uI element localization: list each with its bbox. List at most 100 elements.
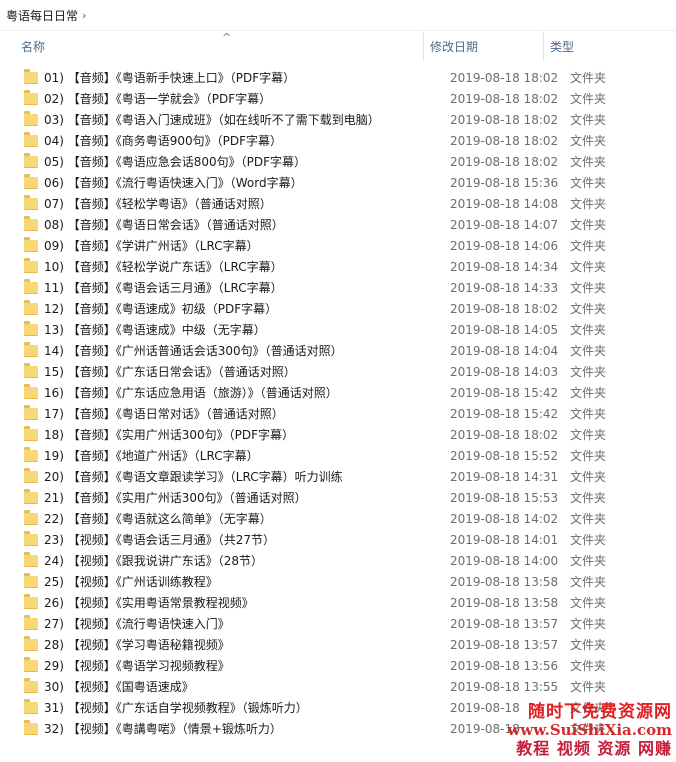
modified-date: 2019-08-18 15:36 [450,175,559,190]
file-name-cell: 23) 【视频】《粤语会话三月通》（共27节） [0,531,444,548]
file-row[interactable]: 03) 【音频】《粤语入门速成班》（如在线听不了需下载到电脑） 2019-08-1… [0,109,676,130]
column-header-type[interactable]: 类型 [543,31,676,61]
file-row[interactable]: 16) 【音频】《广东话应急用语（旅游）》（普通话对照） 2019-08-18 1… [0,382,676,403]
file-name-cell: 32) 【视频】《粤講粤啱》（情景+锻炼听力） [0,720,444,737]
folder-icon [24,174,38,189]
file-row[interactable]: 02) 【音频】《粤语一学就会》（PDF字幕） 2019-08-18 18:02 文… [0,88,676,109]
file-name: 04) 【音频】《商务粤语900句》（PDF字幕） [44,134,283,148]
file-row[interactable]: 18) 【音频】《实用广州话300句》（PDF字幕） 2019-08-18 18:… [0,424,676,445]
file-name: 31) 【视频】《广东话自学视频教程》（锻炼听力） [44,701,308,715]
file-row[interactable]: 19) 【音频】《地道广州话》（LRC字幕） 2019-08-18 15:52 文件… [0,445,676,466]
file-row[interactable]: 17) 【音频】《粤语日常对话》（普通话对照） 2019-08-18 15:42 文… [0,403,676,424]
file-name-cell: 09) 【音频】《学讲广州话》（LRC字幕） [0,237,444,254]
file-row[interactable]: 13) 【音频】《粤语速成》中级（无字幕） 2019-08-18 14:05 文件夹 [0,319,676,340]
column-header-name-label: 名称 [21,39,46,54]
folder-icon [24,111,38,126]
file-row[interactable]: 30) 【视频】《国粤语速成》 2019-08-18 13:55 文件夹 [0,676,676,697]
file-name-cell: 03) 【音频】《粤语入门速成班》（如在线听不了需下载到电脑） [0,111,444,128]
file-type: 文件夹 [570,449,607,463]
file-row[interactable]: 26) 【视频】《实用粤语常景教程视频》 2019-08-18 13:58 文件夹 [0,592,676,613]
modified-date: 2019-08-18 14:33 [450,280,559,295]
folder-icon [24,573,38,588]
file-name: 29) 【视频】《粤语学习视频教程》 [44,659,230,673]
chevron-right-icon[interactable]: › [82,9,86,22]
file-row[interactable]: 27) 【视频】《流行粤语快速入门》 2019-08-18 13:57 文件夹 [0,613,676,634]
folder-icon [24,447,38,462]
folder-icon [24,216,38,231]
file-name: 02) 【音频】《粤语一学就会》（PDF字幕） [44,92,272,106]
file-row[interactable]: 12) 【音频】《粤语速成》初级（PDF字幕） 2019-08-18 18:02 文… [0,298,676,319]
column-header-date[interactable]: 修改日期 [423,31,543,61]
file-row[interactable]: 15) 【音频】《广东话日常会话》（普通话对照） 2019-08-18 14:03… [0,361,676,382]
file-row[interactable]: 29) 【视频】《粤语学习视频教程》 2019-08-18 13:56 文件夹 [0,655,676,676]
file-name-cell: 28) 【视频】《学习粤语秘籍视频》 [0,636,444,653]
file-row[interactable]: 23) 【视频】《粤语会话三月通》（共27节） 2019-08-18 14:01 文… [0,529,676,550]
file-name-cell: 16) 【音频】《广东话应急用语（旅游）》（普通话对照） [0,384,444,401]
folder-icon [24,132,38,147]
breadcrumb: 粤语每日日常 › [0,0,676,31]
file-row[interactable]: 20) 【音频】《粤语文章跟读学习》（LRC字幕）听力训练 2019-08-18 … [0,466,676,487]
file-type: 文件夹 [570,155,607,169]
folder-icon [24,342,38,357]
file-name-cell: 04) 【音频】《商务粤语900句》（PDF字幕） [0,132,444,149]
folder-icon [24,405,38,420]
file-name: 10) 【音频】《轻松学说广东话》（LRC字幕） [44,260,283,274]
file-name: 26) 【视频】《实用粤语常景教程视频》 [44,596,254,610]
modified-date: 2019-08-18 13:57 [450,616,559,631]
file-name: 22) 【音频】《粤语就这么简单》（无字幕） [44,512,272,526]
file-row[interactable]: 25) 【视频】《广州话训练教程》 2019-08-18 13:58 文件夹 [0,571,676,592]
file-name-cell: 14) 【音频】《广州话普通话会话300句》（普通话对照） [0,342,444,359]
file-name: 11) 【音频】《粤语会话三月通》（LRC字幕） [44,281,283,295]
file-row[interactable]: 22) 【音频】《粤语就这么简单》（无字幕） 2019-08-18 14:02 文件… [0,508,676,529]
file-name-cell: 17) 【音频】《粤语日常对话》（普通话对照） [0,405,444,422]
modified-date: 2019-08-18 13:57 [450,637,559,652]
file-name-cell: 25) 【视频】《广州话训练教程》 [0,573,444,590]
file-name: 08) 【音频】《粤语日常会话》（普通话对照） [44,218,284,232]
sort-ascending-icon: ^ [222,31,232,44]
modified-date: 2019-08-18 15:52 [450,448,559,463]
file-name: 07) 【音频】《轻松学粤语》（普通话对照） [44,197,272,211]
file-type: 文件夹 [570,680,607,694]
file-row[interactable]: 06) 【音频】《流行粤语快速入门》（Word字幕） 2019-08-18 15:… [0,172,676,193]
file-type: 文件夹 [570,134,607,148]
file-row[interactable]: 05) 【音频】《粤语应急会话800句》（PDF字幕） 2019-08-18 18… [0,151,676,172]
column-header-type-label: 类型 [550,39,575,54]
file-row[interactable]: 21) 【音频】《实用广州话300句》（普通话对照） 2019-08-18 15:… [0,487,676,508]
folder-icon [24,678,38,693]
file-type: 文件夹 [570,407,607,421]
file-name-cell: 18) 【音频】《实用广州话300句》（PDF字幕） [0,426,444,443]
column-header-name[interactable]: 名称 [0,31,423,61]
file-row[interactable]: 04) 【音频】《商务粤语900句》（PDF字幕） 2019-08-18 18:0… [0,130,676,151]
folder-icon [24,510,38,525]
breadcrumb-item[interactable]: 粤语每日日常 [6,7,78,24]
file-name-cell: 24) 【视频】《跟我说讲广东话》（28节） [0,552,444,569]
file-name: 23) 【视频】《粤语会话三月通》（共27节） [44,533,276,547]
file-row[interactable]: 01) 【音频】《粤语新手快速上口》（PDF字幕） 2019-08-18 18:0… [0,67,676,88]
file-name-cell: 26) 【视频】《实用粤语常景教程视频》 [0,594,444,611]
file-type: 文件夹 [570,638,607,652]
file-name-cell: 06) 【音频】《流行粤语快速入门》（Word字幕） [0,174,444,191]
watermark-title: 随时下免费资源网 [528,701,672,722]
file-row[interactable]: 11) 【音频】《粤语会话三月通》（LRC字幕） 2019-08-18 14:33… [0,277,676,298]
modified-date: 2019-08-18 18:02 [450,91,559,106]
file-row[interactable]: 08) 【音频】《粤语日常会话》（普通话对照） 2019-08-18 14:07 文… [0,214,676,235]
file-row[interactable]: 24) 【视频】《跟我说讲广东话》（28节） 2019-08-18 14:00 文件… [0,550,676,571]
folder-icon [24,468,38,483]
modified-date: 2019-08-18 18:02 [450,133,559,148]
file-row[interactable]: 10) 【音频】《轻松学说广东话》（LRC字幕） 2019-08-18 14:34… [0,256,676,277]
file-name-cell: 22) 【音频】《粤语就这么简单》（无字幕） [0,510,444,527]
file-row[interactable]: 07) 【音频】《轻松学粤语》（普通话对照） 2019-08-18 14:08 文件… [0,193,676,214]
modified-date: 2019-08-18 14:03 [450,364,559,379]
file-type: 文件夹 [570,344,607,358]
folder-icon [24,636,38,651]
folder-icon [24,720,38,735]
file-name: 12) 【音频】《粤语速成》初级（PDF字幕） [44,302,278,316]
file-row[interactable]: 14) 【音频】《广州话普通话会话300句》（普通话对照） 2019-08-18 … [0,340,676,361]
modified-date: 2019-08-18 18:02 [450,70,559,85]
file-row[interactable]: 28) 【视频】《学习粤语秘籍视频》 2019-08-18 13:57 文件夹 [0,634,676,655]
watermark: 随时下免费资源网 www.SuiShiXia.com 教程 视频 资源 网赚 [507,701,672,758]
file-type: 文件夹 [570,113,607,127]
file-type: 文件夹 [570,533,607,547]
file-type: 文件夹 [570,659,607,673]
file-row[interactable]: 09) 【音频】《学讲广州话》（LRC字幕） 2019-08-18 14:06 文件… [0,235,676,256]
